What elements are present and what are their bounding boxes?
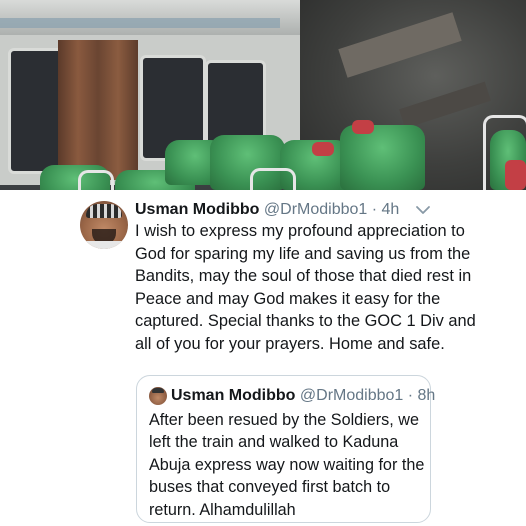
photo-seat-rail	[483, 115, 526, 190]
photo-headrest	[352, 120, 374, 134]
author-handle[interactable]: @DrModibbo1	[264, 201, 367, 218]
photo-headrest	[312, 142, 334, 156]
avatar-shirt	[80, 241, 128, 249]
tweet-photo[interactable]	[0, 0, 526, 190]
tweet-time[interactable]: 4h	[382, 201, 400, 218]
quoted-author-avatar	[149, 387, 167, 405]
quoted-header-separator: ·	[407, 387, 414, 404]
quoted-tweet-text: After been resued by the Soldiers, we le…	[149, 411, 425, 519]
header-separator: ·	[371, 201, 378, 218]
photo-ceiling-strip	[0, 18, 280, 28]
tweet-header: Usman Modibbo @DrModibbo1 · 4h	[135, 200, 399, 220]
quoted-tweet-header: Usman Modibbo @DrModibbo1 · 8h	[171, 386, 435, 406]
quoted-avatar-cap	[152, 388, 164, 393]
tweet-text: I wish to express my profound appreciati…	[135, 222, 476, 353]
quoted-author-handle: @DrModibbo1	[299, 387, 404, 404]
quoted-tweet-time: 8h	[417, 387, 436, 404]
avatar-cap	[86, 204, 122, 218]
quoted-author-name: Usman Modibbo	[171, 387, 296, 404]
photo-seat	[340, 125, 425, 190]
author-name[interactable]: Usman Modibbo	[135, 201, 259, 218]
photo-seat-rail	[78, 170, 114, 190]
author-avatar[interactable]	[80, 201, 128, 249]
chevron-down-icon[interactable]	[414, 203, 432, 217]
quoted-tweet[interactable]: Usman Modibbo @DrModibbo1 · 8h After bee…	[136, 375, 435, 523]
photo-seat-rail	[250, 168, 296, 190]
photo-curtain	[58, 40, 138, 180]
